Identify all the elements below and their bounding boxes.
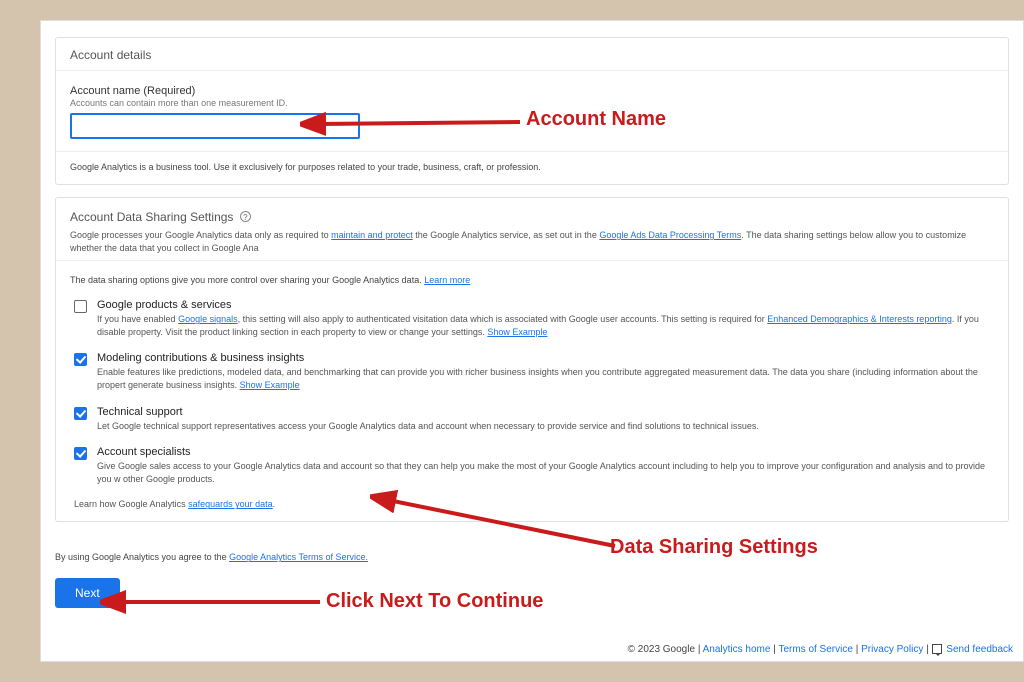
help-icon[interactable]: ? xyxy=(240,211,251,222)
option-title: Modeling contributions & business insigh… xyxy=(97,352,994,364)
option-google-products: Google products & services If you have e… xyxy=(70,299,994,338)
option-technical-support: Technical support Let Google technical s… xyxy=(70,406,994,433)
feedback-icon xyxy=(932,644,942,654)
data-sharing-title: Account Data Sharing Settings xyxy=(70,210,233,224)
option-account-specialists: Account specialists Give Google sales ac… xyxy=(70,446,994,485)
show-example-link[interactable]: Show Example xyxy=(240,380,300,390)
checkbox-modeling[interactable] xyxy=(74,353,87,366)
checkbox-technical-support[interactable] xyxy=(74,407,87,420)
option-modeling: Modeling contributions & business insigh… xyxy=(70,352,994,391)
data-sharing-panel: Account Data Sharing Settings ? Google p… xyxy=(55,197,1009,522)
account-name-sublabel: Accounts can contain more than one measu… xyxy=(70,98,994,108)
option-content: Account specialists Give Google sales ac… xyxy=(97,446,994,485)
option-content: Modeling contributions & business insigh… xyxy=(97,352,994,391)
option-desc: Let Google technical support representat… xyxy=(97,420,994,433)
learn-more-link[interactable]: Learn more xyxy=(424,275,470,285)
content-area: Account details Account name (Required) … xyxy=(41,21,1023,630)
option-content: Technical support Let Google technical s… xyxy=(97,406,994,433)
data-sharing-subtext: Google processes your Google Analytics d… xyxy=(70,229,994,254)
account-details-body: Account name (Required) Accounts can con… xyxy=(56,71,1008,151)
page-footer: © 2023 Google | Analytics home | Terms o… xyxy=(41,644,1013,655)
option-desc: Give Google sales access to your Google … xyxy=(97,460,994,485)
account-details-panel: Account details Account name (Required) … xyxy=(55,37,1009,185)
footer-terms[interactable]: Terms of Service xyxy=(778,644,852,655)
terms-of-service-link[interactable]: Google Analytics Terms of Service. xyxy=(229,552,368,562)
data-sharing-body: The data sharing options give you more c… xyxy=(56,261,1008,521)
ds-intro-pre: The data sharing options give you more c… xyxy=(70,275,424,285)
data-sharing-header: Account Data Sharing Settings ? Google p… xyxy=(56,198,1008,261)
footer-privacy[interactable]: Privacy Policy xyxy=(861,644,923,655)
business-tool-disclaimer: Google Analytics is a business tool. Use… xyxy=(56,151,1008,184)
footer-copyright: © 2023 Google xyxy=(628,644,695,655)
ds-sub-pre: Google processes your Google Analytics d… xyxy=(70,230,331,240)
setup-page: Account details Account name (Required) … xyxy=(40,20,1024,662)
checkbox-google-products[interactable] xyxy=(74,300,87,313)
footer-send-feedback[interactable]: Send feedback xyxy=(946,644,1013,655)
account-details-header: Account details xyxy=(56,38,1008,71)
next-button[interactable]: Next xyxy=(55,578,120,608)
show-example-link[interactable]: Show Example xyxy=(487,327,547,337)
google-signals-link[interactable]: Google signals xyxy=(178,314,238,324)
data-sharing-intro: The data sharing options give you more c… xyxy=(70,275,994,285)
safeguards-row: Learn how Google Analytics safeguards yo… xyxy=(70,499,994,509)
safeguards-link[interactable]: safeguards your data xyxy=(188,499,273,509)
agree-row: By using Google Analytics you agree to t… xyxy=(55,534,1009,572)
option-title: Technical support xyxy=(97,406,994,418)
maintain-protect-link[interactable]: maintain and protect xyxy=(331,230,413,240)
enhanced-demographics-link[interactable]: Enhanced Demographics & Interests report… xyxy=(767,314,952,324)
option-desc: If you have enabled Google signals, this… xyxy=(97,313,994,338)
account-name-input[interactable] xyxy=(70,113,360,139)
account-name-label: Account name (Required) xyxy=(70,85,994,97)
option-content: Google products & services If you have e… xyxy=(97,299,994,338)
option-desc: Enable features like predictions, modele… xyxy=(97,366,994,391)
footer-analytics-home[interactable]: Analytics home xyxy=(703,644,771,655)
checkbox-account-specialists[interactable] xyxy=(74,447,87,460)
ds-sub-mid: the Google Analytics service, as set out… xyxy=(413,230,600,240)
option-title: Account specialists xyxy=(97,446,994,458)
option-title: Google products & services xyxy=(97,299,994,311)
data-processing-terms-link[interactable]: Google Ads Data Processing Terms xyxy=(599,230,741,240)
